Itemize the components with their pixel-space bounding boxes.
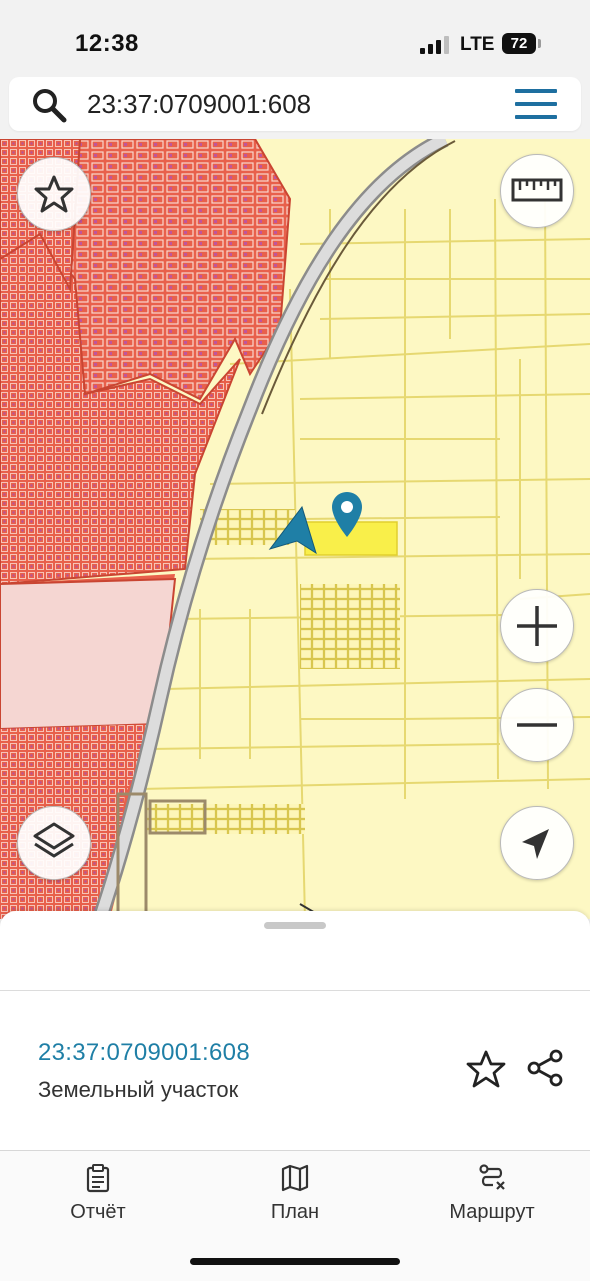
ruler-icon [511,178,563,202]
tab-plan[interactable]: План [245,1151,345,1241]
clipboard-icon [86,1164,110,1193]
status-bar: 12:38 LTE 72 [0,0,590,76]
navigation-arrow-icon [522,829,549,859]
tab-route-label: Маршрут [449,1201,535,1223]
zoom-out-button[interactable] [500,688,574,762]
plus-icon [517,606,557,646]
home-indicator [190,1258,400,1265]
battery-icon: 72 [502,33,536,54]
search-bar [9,77,581,131]
layers-button[interactable] [17,806,91,880]
parcel-cadastral-number[interactable]: 23:37:0709001:608 [38,1039,250,1067]
tab-plan-label: План [270,1201,320,1223]
cadastral-map[interactable] [0,139,590,919]
cellular-signal-icon [420,36,452,54]
battery-level: 72 [510,35,528,52]
direction-arrow-icon [268,505,317,555]
sheet-drag-handle[interactable] [264,922,326,929]
share-icon[interactable] [524,1047,566,1089]
favorite-button[interactable] [17,157,91,231]
locate-button[interactable] [500,806,574,880]
layers-icon [33,822,75,858]
parcel-type-label: Земельный участок [38,1077,239,1102]
status-time: 12:38 [75,30,139,57]
star-outline-icon [34,175,74,213]
sheet-divider [0,990,590,991]
menu-icon[interactable] [515,89,559,121]
tab-report[interactable]: Отчёт [48,1151,148,1241]
parcel-bottom-sheet[interactable]: 23:37:0709001:608 Земельный участок [0,911,590,1151]
search-icon[interactable] [31,87,67,123]
map-icon [281,1164,309,1192]
network-type: LTE [460,34,495,55]
minus-icon [517,723,557,727]
tab-route[interactable]: Маршрут [436,1151,548,1241]
search-input[interactable] [87,83,487,125]
zoom-in-button[interactable] [500,589,574,663]
tab-report-label: Отчёт [70,1201,126,1223]
route-icon [479,1164,505,1190]
map-pin-icon[interactable] [330,491,364,539]
star-outline-icon[interactable] [466,1049,506,1089]
ruler-button[interactable] [500,154,574,228]
battery-cap [538,39,541,48]
